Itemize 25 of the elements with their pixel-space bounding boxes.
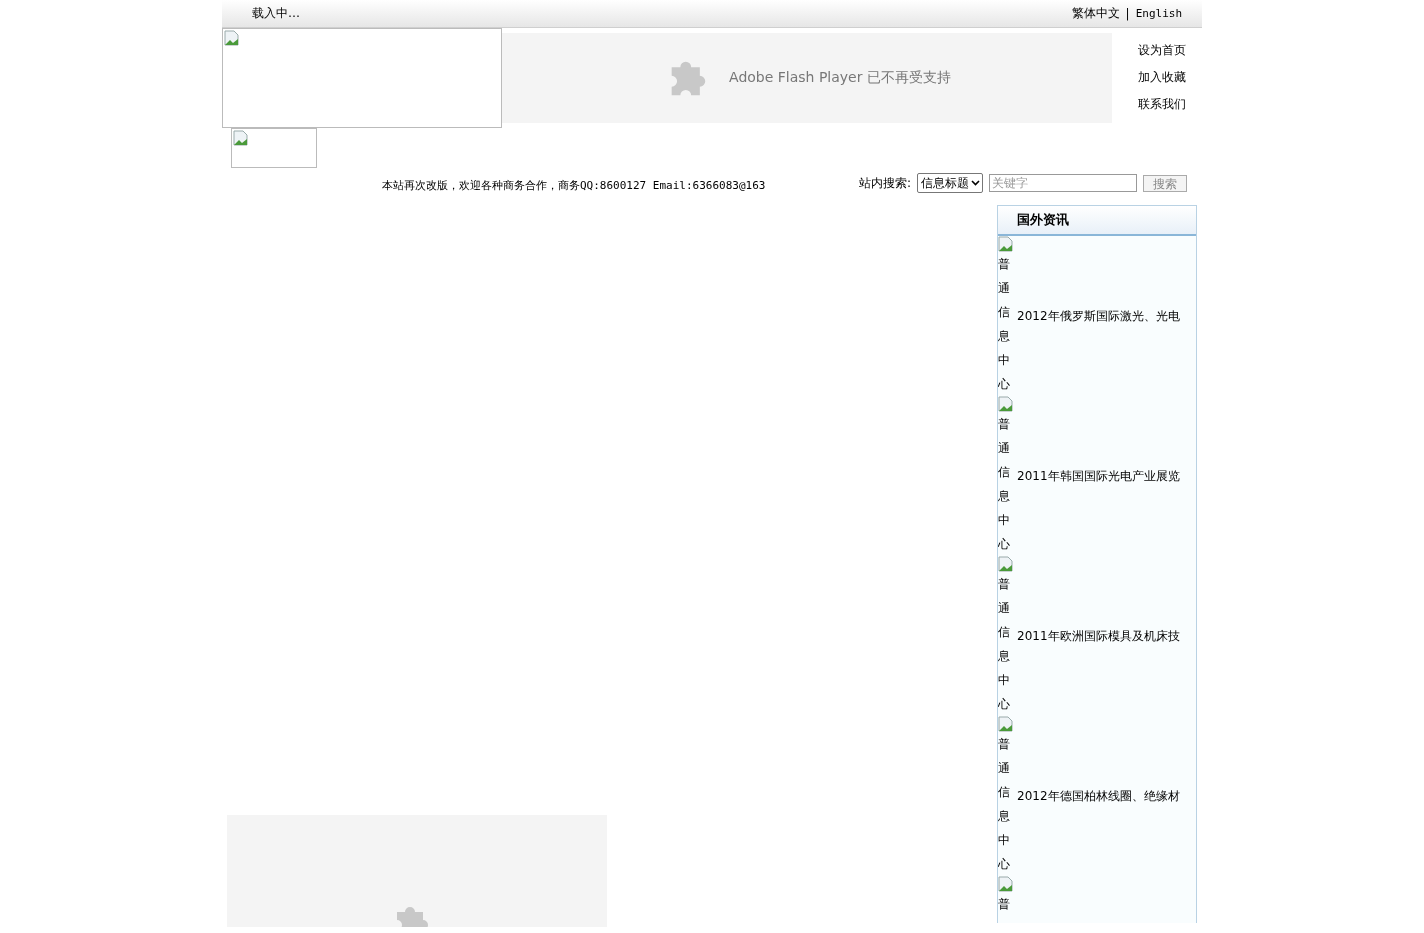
news-link[interactable]: 2011年韩国国际光电产业展览 — [1017, 467, 1180, 485]
image-alt-text: 普 — [998, 896, 1010, 913]
image-alt-text: 普通信息中心 — [998, 736, 1010, 873]
broken-image-icon — [233, 130, 249, 146]
news-link[interactable]: 2012年俄罗斯国际激光、光电 — [1017, 307, 1180, 325]
news-link[interactable]: 2011年欧洲国际模具及机床技 — [1017, 627, 1180, 645]
notice-text: 本站再次改版，欢迎各种商务合作，商务QQ:8600127 Email:6366083@163 — [382, 178, 766, 193]
broken-image-icon — [224, 30, 240, 46]
sidebar-title: 国外资讯 — [1017, 211, 1069, 229]
search-label: 站内搜索: — [858, 174, 911, 192]
image-alt-text: 普通信息中心 — [998, 256, 1010, 393]
loading-text: 载入中… — [252, 5, 300, 22]
search-select[interactable]: 信息标题 — [917, 173, 983, 193]
news-link[interactable]: 2012年德国柏林线圈、绝缘材 — [1017, 787, 1180, 805]
flash-message: Adobe Flash Player 已不再受支持 — [729, 69, 951, 87]
separator: | — [1125, 6, 1130, 21]
search-field[interactable]: 关键字 — [989, 174, 1137, 192]
image-alt-text: 普通信息中心 — [998, 416, 1010, 553]
language-link[interactable]: 繁体中文 — [1071, 5, 1120, 22]
header-link[interactable]: 设为首页 — [1138, 42, 1186, 59]
header-link[interactable]: 加入收藏 — [1138, 69, 1186, 86]
header-link[interactable]: 联系我们 — [1138, 96, 1186, 113]
chevron-down-icon — [971, 180, 980, 186]
image-alt-text: 普通信息中心 — [998, 576, 1010, 713]
language-link[interactable]: English — [1135, 7, 1182, 20]
